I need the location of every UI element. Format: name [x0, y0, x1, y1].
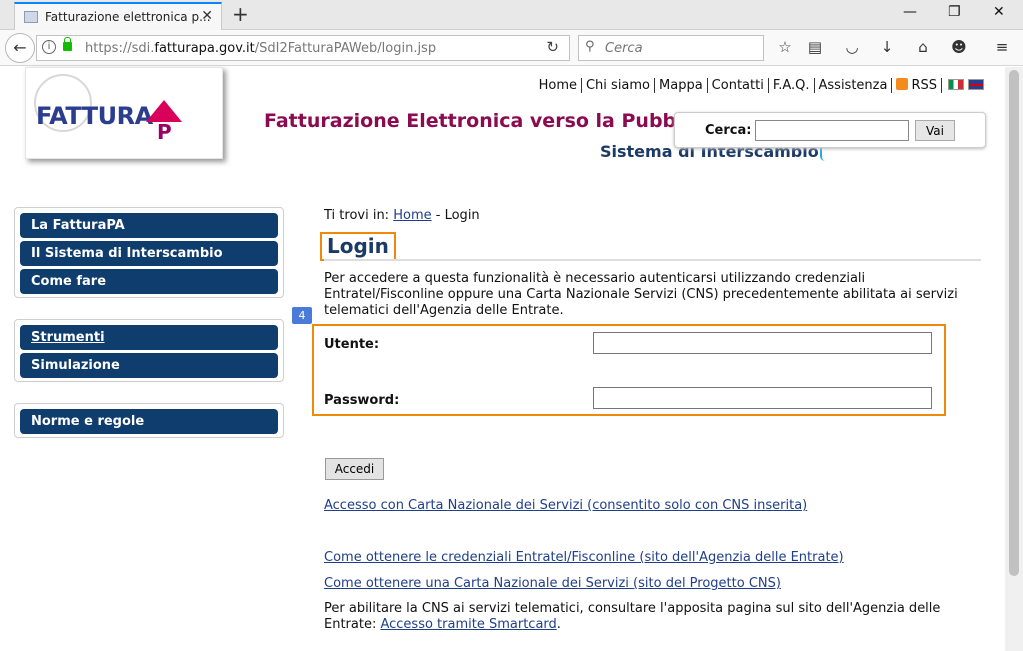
fatturapa-logo[interactable]: FATTURA P: [25, 67, 223, 159]
site-search-panel: Cerca: Vai: [674, 112, 986, 148]
browser-navbar: ← i https://sdi.fatturapa.gov.it/SdI2Fat…: [0, 30, 1023, 66]
info-icon[interactable]: i: [42, 40, 56, 54]
rss-icon: [896, 78, 909, 90]
sidebar-item-sistema-interscambio[interactable]: Il Sistema di Interscambio: [20, 241, 278, 266]
top-navigation: Home Chi siamo Mappa Contatti F.A.Q. Assisten…: [535, 78, 990, 93]
sidebar-menu-main: La FatturaPA Il Sistema di Interscambio …: [14, 207, 284, 298]
language-links: [941, 78, 990, 93]
password-input[interactable]: [593, 387, 932, 409]
minimize-icon[interactable]: —: [903, 4, 917, 20]
password-label: Password:: [324, 393, 400, 408]
logo-wordmark: FATTURA: [36, 102, 153, 130]
login-button[interactable]: Accedi: [325, 458, 384, 480]
sidebar-item-simulazione[interactable]: Simulazione: [20, 353, 278, 378]
hamburger-menu-icon[interactable]: ≡: [992, 37, 1012, 57]
bookmark-star-icon[interactable]: ☆: [775, 37, 795, 57]
reading-list-icon[interactable]: ▤: [805, 37, 825, 57]
emoji-icon[interactable]: ☻: [949, 37, 969, 57]
username-input[interactable]: [593, 332, 932, 354]
browser-search-input[interactable]: [605, 39, 755, 57]
address-bar[interactable]: i https://sdi.fatturapa.gov.it/SdI2Fattu…: [36, 35, 570, 61]
cns-enable-note: Per abilitare la CNS ai servizi telemati…: [324, 601, 941, 632]
maximize-icon[interactable]: ❐: [948, 4, 961, 20]
sidebar-item-strumenti[interactable]: Strumenti: [20, 325, 278, 350]
sidebar-menu-tools: Strumenti Simulazione: [14, 319, 284, 382]
title-divider: [324, 258, 981, 261]
favicon-icon: [24, 11, 38, 23]
browser-search-box[interactable]: ⚲: [578, 35, 764, 61]
scrollbar-thumb[interactable]: [1009, 70, 1019, 576]
nav-home[interactable]: Home: [535, 78, 581, 93]
italian-flag-icon[interactable]: [948, 79, 964, 90]
sidebar-item-come-fare[interactable]: Come fare: [20, 269, 278, 294]
sidebar-menu-norms: Norme e regole: [14, 403, 284, 438]
nav-contatti[interactable]: Contatti: [706, 78, 768, 93]
download-icon[interactable]: ↓: [877, 37, 897, 57]
nav-faq[interactable]: F.A.Q.: [767, 78, 814, 93]
english-flag-icon[interactable]: [968, 79, 984, 90]
breadcrumb-current: Login: [444, 208, 480, 223]
sidebar-item-norme-regole[interactable]: Norme e regole: [20, 409, 278, 434]
browser-tabbar: Fatturazione elettronica p... ✕ + — ❐ ✕: [0, 0, 1023, 31]
sidebar-item-la-fatturapa[interactable]: La FatturaPA: [20, 213, 278, 238]
cns-info-link[interactable]: Come ottenere una Carta Nazionale dei Se…: [324, 576, 781, 591]
tab-close-icon[interactable]: ✕: [201, 8, 213, 24]
browser-tab[interactable]: Fatturazione elettronica p... ✕: [14, 2, 222, 31]
nav-rss[interactable]: RSS: [891, 78, 941, 93]
username-label: Utente:: [324, 337, 380, 352]
site-search-input[interactable]: [755, 120, 909, 141]
breadcrumb: Ti trovi in: Home - Login: [324, 208, 480, 223]
url-text[interactable]: https://sdi.fatturapa.gov.it/SdI2Fattura…: [85, 41, 436, 56]
home-icon[interactable]: ⌂: [913, 37, 933, 57]
credentials-info-link[interactable]: Come ottenere le credenziali Entratel/Fi…: [324, 550, 844, 565]
login-form: Utente: Password:: [312, 324, 946, 416]
lock-icon: [63, 37, 72, 51]
logo-pa-mark: P: [146, 100, 182, 144]
search-icon: ⚲: [585, 39, 595, 54]
cns-access-link[interactable]: Accesso con Carta Nazionale dei Servizi …: [324, 498, 807, 513]
tab-title: Fatturazione elettronica p...: [45, 10, 211, 24]
search-label: Cerca:: [705, 123, 752, 138]
nav-mappa[interactable]: Mappa: [654, 78, 707, 93]
nav-chi-siamo[interactable]: Chi siamo: [580, 78, 655, 93]
search-go-button[interactable]: Vai: [915, 120, 955, 141]
intro-text: Per accedere a questa funzionalità è nec…: [324, 271, 958, 318]
page-title: Login: [320, 232, 396, 261]
step-badge: 4: [292, 307, 312, 324]
window-close-icon[interactable]: ✕: [993, 4, 1005, 20]
reload-icon[interactable]: ↻: [546, 38, 559, 56]
breadcrumb-home-link[interactable]: Home: [393, 208, 431, 223]
smartcard-access-link[interactable]: Accesso tramite Smartcard: [380, 617, 556, 632]
pocket-icon[interactable]: ◡: [842, 37, 862, 57]
page: FATTURA P Home Chi siamo Mappa Contatti F.A.…: [5, 67, 1002, 651]
nav-assistenza[interactable]: Assistenza: [813, 78, 892, 93]
new-tab-icon[interactable]: +: [232, 2, 249, 26]
back-arrow-icon[interactable]: ←: [5, 33, 35, 63]
